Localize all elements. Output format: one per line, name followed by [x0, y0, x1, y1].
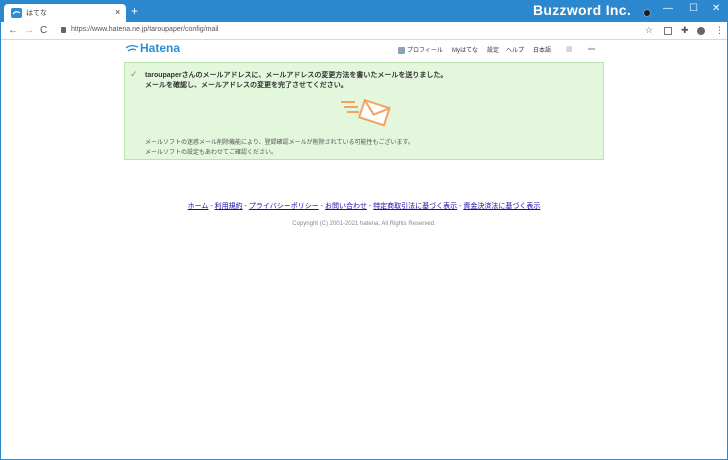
back-icon[interactable]: ← — [8, 24, 18, 37]
window-frame-left — [0, 22, 1, 460]
browser-toolbar: ← → C https://www.hatena.ne.jp/taroupape… — [0, 22, 728, 40]
minimize-icon[interactable]: — — [663, 3, 673, 15]
notice-note-line2: メールソフトの設定もあわせてご確認ください。 — [145, 150, 278, 156]
hatena-logo-icon — [125, 45, 139, 52]
footer-link-payment-law[interactable]: 資金決済法に基づく表示 — [463, 203, 540, 210]
footer-link-commercial-law[interactable]: 特定商取引法に基づく表示 — [373, 203, 457, 210]
lock-icon — [61, 27, 66, 33]
nav-settings[interactable]: 設定 — [487, 45, 499, 54]
bookmark-star-icon[interactable]: ☆ — [645, 25, 653, 36]
notifications-icon[interactable]: ▬ — [588, 45, 595, 52]
footer-link-home[interactable]: ホーム — [188, 203, 209, 210]
address-bar[interactable]: https://www.hatena.ne.jp/taroupaper/conf… — [71, 26, 218, 33]
nav-help[interactable]: ヘルプ — [506, 45, 524, 54]
reload-icon[interactable]: C — [40, 24, 47, 37]
notice-note-line1: メールソフトの迷惑メール削除機能により、登録確認メールが削除されている可能性もご… — [145, 140, 414, 146]
notice-message-line1: taroupaperさんのメールアドレスに、メールアドレスの変更方法を書いたメー… — [145, 70, 447, 80]
profile-avatar-icon[interactable] — [697, 27, 705, 35]
nav-my-hatena[interactable]: Myはてな — [452, 45, 478, 54]
tab-title: はてな — [26, 10, 47, 17]
footer-link-terms[interactable]: 利用規約 — [215, 203, 243, 210]
notice-message-line2: メールを確認し、メールアドレスの変更を完了させてください。 — [145, 82, 348, 89]
footer-links: ホーム - 利用規約 - プライバシーポリシー - お問い合わせ - 特定商取引… — [0, 201, 728, 211]
profile-icon — [398, 46, 405, 54]
apps-grid-icon[interactable]: ▦ — [566, 45, 573, 53]
page-content: Hatena プロフィール Myはてな 設定 ヘルプ 日本語 ▦ ▬ ✓ tar… — [0, 41, 728, 460]
nav-language[interactable]: 日本語 — [533, 45, 551, 54]
notice-username: taroupaper — [145, 72, 182, 79]
overlay-brand: Buzzword Inc. — [533, 2, 632, 18]
copyright: Copyright (C) 2001-2021 hatena. All Righ… — [292, 221, 436, 227]
footer-link-contact[interactable]: お問い合わせ — [325, 203, 367, 210]
logo-text: Hatena — [140, 41, 181, 55]
hatena-favicon-icon — [11, 8, 22, 18]
nav-profile[interactable]: プロフィール — [398, 45, 443, 54]
nav-profile-label: プロフィール — [407, 48, 443, 54]
envelope-sent-icon — [341, 98, 391, 127]
notice-line1-text: さんのメールアドレスに、メールアドレスの変更方法を書いたメールを送りました。 — [181, 72, 448, 79]
check-icon: ✓ — [130, 69, 138, 79]
browser-tab[interactable]: はてな × — [4, 4, 126, 22]
footer-link-privacy[interactable]: プライバシーポリシー — [249, 203, 319, 210]
close-window-icon[interactable]: ✕ — [712, 3, 720, 15]
success-notice: ✓ taroupaperさんのメールアドレスに、メールアドレスの変更方法を書いた… — [124, 62, 604, 160]
extensions-icon[interactable]: ✚ — [681, 25, 689, 36]
tab-close-icon[interactable]: × — [115, 7, 120, 18]
cast-icon[interactable] — [664, 27, 672, 35]
browser-titlebar: はてな × + Buzzword Inc. — ☐ ✕ — [0, 0, 728, 22]
new-tab-icon[interactable]: + — [131, 4, 138, 18]
maximize-icon[interactable]: ☐ — [689, 3, 698, 15]
record-icon — [643, 9, 651, 17]
forward-icon[interactable]: → — [24, 24, 34, 37]
browser-menu-icon[interactable]: ⋮ — [715, 25, 724, 36]
